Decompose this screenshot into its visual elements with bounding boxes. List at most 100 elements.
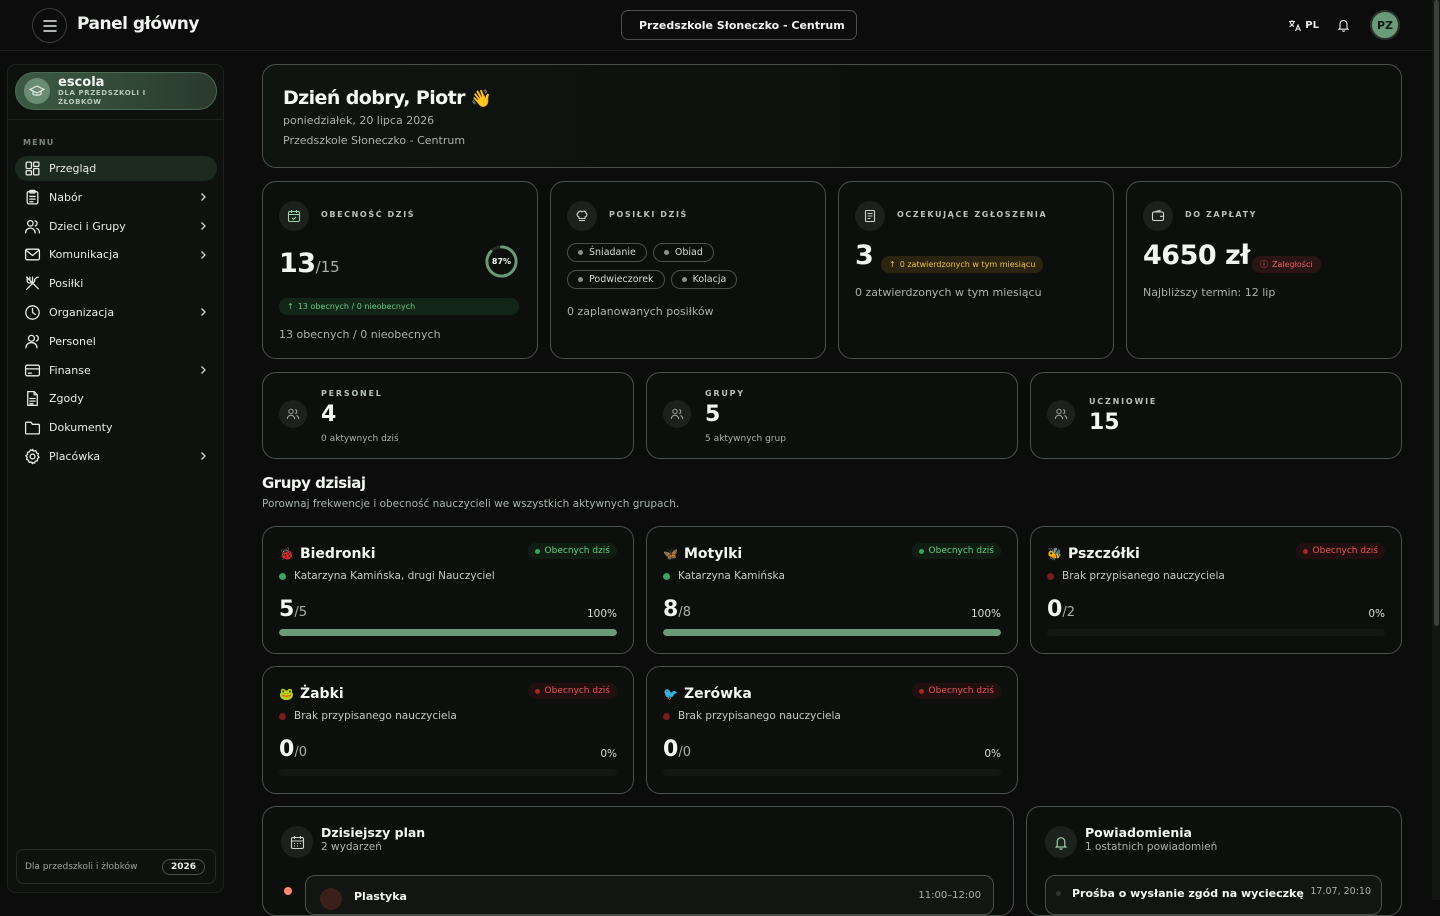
status-badge: Obecnych dziś [1295, 543, 1385, 559]
group-card[interactable]: 🐸 Żabki Obecnych dziś Brak przypisanego nau… [262, 666, 634, 794]
sidebar-item-dokumenty[interactable]: Dokumenty [15, 415, 217, 440]
timeline-dot [284, 887, 292, 895]
plan-event[interactable]: Plastyka 11:00–12:00 [305, 875, 994, 915]
plan-event-time: 11:00–12:00 [918, 890, 981, 901]
notification-text: Prośba o wysłanie zgód na wycieczkę [1072, 887, 1304, 900]
notification-time: 17.07, 20:10 [1310, 886, 1371, 897]
pending-value: 3 [855, 240, 874, 271]
wallet-icon [1143, 201, 1173, 231]
document-list-icon [855, 201, 885, 231]
groups-card[interactable]: GRUPY 5 5 aktywnych grup [646, 372, 1018, 459]
sidebar-item-label: Nabór [49, 190, 83, 204]
sidebar-footer: Dla przedszkoli i żłobków 2026 [16, 849, 216, 884]
group-attendance-bar-fill [279, 629, 617, 636]
arrow-up-icon: ↑ [287, 302, 294, 311]
staff-title: PERSONEL [321, 389, 383, 398]
group-attendance-count: 0/0 [663, 737, 691, 762]
chevron-right-icon [201, 308, 206, 317]
translate-icon [1289, 19, 1302, 31]
groups-sub: 5 aktywnych grup [705, 434, 786, 444]
payments-card[interactable]: DO ZAPŁATY 4650 zł ⓘ Zaległości Najbliższ… [1126, 181, 1402, 359]
sidebar-item-komunikacja[interactable]: Komunikacja [15, 242, 217, 267]
users-icon [24, 219, 41, 234]
group-attendance-percent: 0% [984, 748, 1001, 760]
pending-card[interactable]: OCZEKUJĄCE ZGŁOSZENIA 3 ↑ 0 zatwierdzonyc… [838, 181, 1114, 359]
group-card[interactable]: 🦋 Motylki Obecnych dziś Katarzyna Kamińska 8… [646, 526, 1018, 654]
meal-chip[interactable]: Obiad [652, 243, 714, 262]
greeting-facility: Przedszkole Słoneczko - Centrum [283, 134, 466, 147]
group-emoji-icon: 🐸 [279, 687, 294, 701]
group-attendance-percent: 0% [600, 748, 617, 760]
menu-section-label: MENU [23, 138, 55, 147]
staff-card[interactable]: PERSONEL 4 0 aktywnych dziś [262, 372, 634, 459]
group-name: 🦋 Motylki [663, 546, 743, 562]
users-icon [663, 400, 691, 428]
meals-title: POSIŁKI DZIŚ [609, 210, 688, 219]
group-attendance-percent: 100% [970, 608, 1001, 620]
students-card[interactable]: UCZNIOWIE 15 [1030, 372, 1402, 459]
group-name: 🐦 Zerówka [663, 686, 752, 702]
page-scrollbar[interactable] [1432, 0, 1440, 900]
gear-icon [25, 448, 40, 465]
sidebar-item-przeglad[interactable]: Przegląd [15, 156, 217, 181]
sidebar-item-label: Placówka [49, 449, 101, 463]
meal-chip[interactable]: Śniadanie [567, 243, 647, 262]
attendance-ring: 87% [484, 244, 519, 279]
sidebar-item-posilki[interactable]: Posiłki [15, 271, 217, 296]
calendar-check-icon [279, 201, 309, 231]
group-card[interactable]: 🐝 Pszczółki Obecnych dziś Brak przypisanego… [1030, 526, 1402, 654]
sidebar-footer-text: Dla przedszkoli i żłobków [25, 861, 138, 872]
group-attendance-bar-fill [663, 629, 1001, 636]
brand-tagline: DLA PRZEDSZKOLI I ŻŁOBKÓW [58, 88, 146, 106]
user-avatar[interactable]: PZ [1370, 10, 1400, 40]
attendance-card[interactable]: OBECNOŚĆ DZIŚ 13/15 87% ↑ 13 obecnych / 0… [262, 181, 538, 359]
chevron-right-icon [201, 193, 206, 202]
mail-icon [24, 248, 41, 261]
group-emoji-icon: 🦋 [663, 547, 678, 561]
sidebar-item-finanse[interactable]: Finanse [15, 358, 217, 383]
sidebar-item-nabor[interactable]: Nabór [15, 185, 217, 210]
notifications-title: Powiadomienia [1085, 825, 1192, 840]
scrollbar-thumb[interactable] [1434, 0, 1439, 626]
graduation-cap-icon [24, 78, 50, 104]
bell-icon[interactable] [1337, 18, 1350, 32]
group-attendance-count: 5/5 [279, 597, 307, 622]
group-emoji-icon: 🐦 [663, 687, 678, 701]
meals-card[interactable]: POSIŁKI DZIŚ Śniadanie Obiad Podwieczorek K… [550, 181, 826, 359]
sidebar-item-zgody[interactable]: Zgody [15, 386, 217, 411]
notification-item[interactable]: Prośba o wysłanie zgód na wycieczkę 17.0… [1045, 875, 1382, 915]
staff-value: 4 [321, 402, 337, 427]
sidebar-item-dzieci-i-grupy[interactable]: Dzieci i Grupy [15, 214, 217, 239]
language-switcher[interactable]: PL [1288, 19, 1319, 32]
chevron-right-icon [201, 250, 206, 259]
groups-section-subtitle: Porownaj frekwencje i obecność nauczycie… [262, 498, 680, 510]
brand-logo-pill[interactable]: escola DLA PRZEDSZKOLI I ŻŁOBKÓW [15, 72, 217, 110]
group-teacher: Katarzyna Kamińska, drugi Nauczyciel [279, 570, 495, 582]
sidebar-item-placowka[interactable]: Placówka [15, 444, 217, 469]
year-badge: 2026 [161, 858, 205, 875]
group-teacher: Brak przypisanego nauczyciela [663, 710, 841, 722]
group-attendance-bar [1047, 629, 1385, 636]
sidebar-item-label: Dokumenty [49, 421, 113, 435]
group-attendance-bar [663, 769, 1001, 776]
meal-chip[interactable]: Podwieczorek [567, 270, 665, 289]
group-name: 🐸 Żabki [279, 686, 344, 702]
card-icon [24, 364, 41, 377]
group-teacher: Brak przypisanego nauczyciela [279, 710, 457, 722]
group-attendance-count: 0/0 [279, 737, 307, 762]
menu-toggle-button[interactable] [32, 8, 67, 43]
group-card[interactable]: 🐦 Zerówka Obecnych dziś Brak przypisanego n… [646, 666, 1018, 794]
group-card[interactable]: 🐞 Biedronki Obecnych dziś Katarzyna Kamińsk… [262, 526, 634, 654]
sidebar-divider [8, 119, 223, 120]
sidebar-item-label: Personel [49, 334, 96, 348]
users-icon [1047, 400, 1075, 428]
sidebar-item-label: Zgody [49, 392, 84, 406]
greeting-date: poniedziałek, 20 lipca 2026 [283, 114, 435, 127]
waving-hand-icon: 👋 [470, 89, 492, 109]
meal-chip[interactable]: Kolacja [670, 270, 738, 289]
sidebar-item-personel[interactable]: Personel [15, 329, 217, 354]
payments-footer: Najbliższy termin: 12 lip [1143, 286, 1276, 299]
facility-selector[interactable]: Przedszkole Słoneczko - Centrum [621, 10, 857, 40]
sidebar-item-organizacja[interactable]: Organizacja [15, 300, 217, 325]
alert-circle-icon: ⓘ [1260, 260, 1268, 269]
